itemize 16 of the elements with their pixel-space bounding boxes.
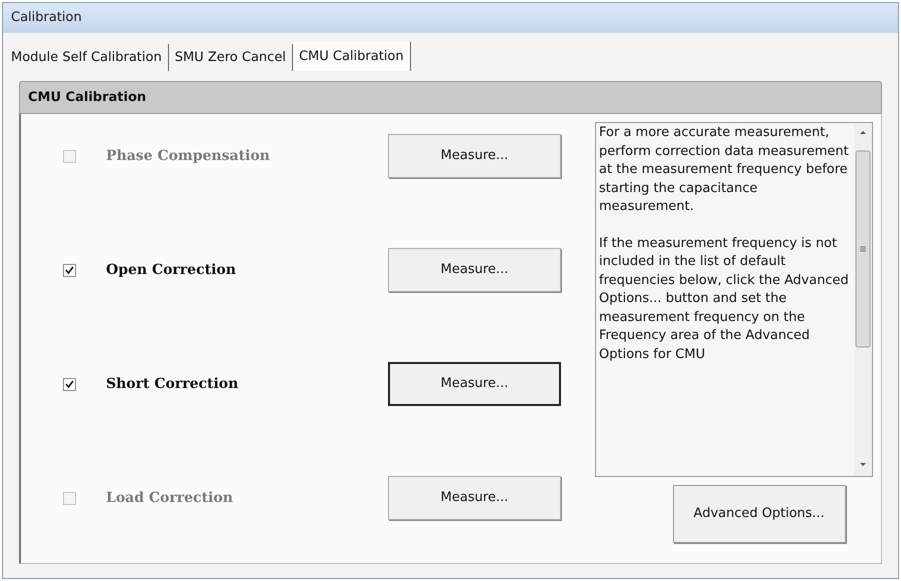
checkbox[interactable]	[63, 378, 76, 390]
checkbox-label: Phase Compensation	[106, 146, 271, 166]
checkbox-label: Load Correction	[106, 488, 234, 508]
tab[interactable]: Module Self Calibration	[5, 44, 169, 71]
checkbox-label: Short Correction	[106, 374, 240, 394]
measure-button[interactable]: Measure...	[388, 362, 561, 406]
advanced-options-button[interactable]: Advanced Options...	[672, 485, 846, 543]
group-title: CMU Calibration	[28, 88, 146, 107]
checkbox-label: Open Correction	[106, 260, 237, 280]
help-paragraph: For a more accurate measurement, perform correction data measurement at the measurement frequency before starting the capacitance measurement.	[599, 124, 850, 216]
window-title: Calibration	[11, 9, 82, 28]
checkbox[interactable]	[63, 264, 76, 276]
measure-button[interactable]: Measure...	[388, 248, 561, 292]
help-paragraph: If the measurement frequency is not included in the list of default frequencies below, click the Advanced Options... button and set the measurement frequency on the Frequency area of the Advanced Options for CMU	[599, 234, 850, 364]
scrollbar[interactable]	[854, 123, 872, 476]
tab[interactable]: CMU Calibration	[292, 42, 411, 71]
